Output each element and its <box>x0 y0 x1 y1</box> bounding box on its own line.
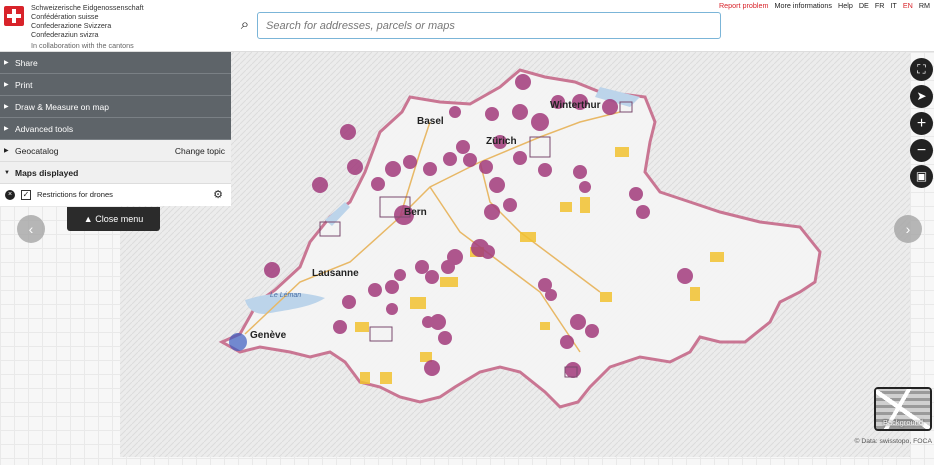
swiss-cross-logo[interactable] <box>4 6 24 26</box>
more-info-link[interactable]: More informations <box>775 1 833 10</box>
background-switcher[interactable]: Background <box>874 387 932 431</box>
zoom-in-icon[interactable]: + <box>910 112 933 135</box>
previous-arrow-icon[interactable]: ‹ <box>17 215 45 243</box>
caret-down-icon: ▼ <box>4 170 10 176</box>
city-label-zurich: Zürich <box>486 136 517 147</box>
menu-advanced-tools[interactable]: Advanced tools <box>0 118 231 140</box>
menu-draw-measure[interactable]: Draw & Measure on map <box>0 96 231 118</box>
search-icon[interactable]: ⌕ <box>234 14 256 36</box>
city-label-geneve: Genève <box>250 330 287 341</box>
city-label-lausanne: Lausanne <box>312 268 359 279</box>
confederation-line-it: Confederazione Svizzera <box>31 21 112 30</box>
layer-name: Restrictions for drones <box>37 190 113 199</box>
locate-icon[interactable]: ➤ <box>910 85 933 108</box>
fullscreen-icon[interactable]: ⛶ <box>910 58 933 81</box>
remove-layer-icon[interactable]: × <box>5 190 15 200</box>
lang-rm[interactable]: RM <box>919 1 930 10</box>
report-problem-link[interactable]: Report problem <box>719 1 769 10</box>
confederation-line-rm: Confederaziun svizra <box>31 30 99 39</box>
city-label-bern: Bern <box>404 207 427 218</box>
background-label: Background <box>882 418 924 427</box>
caret-right-icon: ▶ <box>4 148 9 154</box>
copyright-text: © Data: swisstopo, FOCA <box>854 438 932 445</box>
confederation-text: Schweizerische Eidgenossenschaft Confédé… <box>31 3 144 50</box>
geneva-area <box>229 333 247 351</box>
top-links: Report problem More informations Help DE… <box>719 1 930 10</box>
lang-en[interactable]: EN <box>903 1 913 10</box>
layer-visibility-checkbox[interactable]: ✓ <box>21 190 31 200</box>
3d-icon[interactable]: ▣ <box>910 165 933 188</box>
lang-de[interactable]: DE <box>859 1 869 10</box>
next-arrow-icon[interactable]: › <box>894 215 922 243</box>
close-menu-label: Close menu <box>95 214 144 224</box>
menu-geocatalog[interactable]: ▶ Geocatalog Change topic <box>0 140 231 162</box>
lang-fr[interactable]: FR <box>875 1 885 10</box>
menu-print[interactable]: Print <box>0 74 231 96</box>
collaboration-text: In collaboration with the cantons <box>31 41 134 50</box>
gear-icon[interactable]: ⚙ <box>213 184 223 206</box>
zoom-out-icon[interactable]: − <box>910 139 933 162</box>
lake-label: Le Léman <box>270 292 301 299</box>
caret-up-icon: ▲ <box>83 214 93 224</box>
help-link[interactable]: Help <box>838 1 853 10</box>
maps-displayed-label: Maps displayed <box>15 168 79 178</box>
city-label-basel: Basel <box>417 116 444 127</box>
confederation-line-fr: Confédération suisse <box>31 12 99 21</box>
menu-maps-displayed[interactable]: ▼ Maps displayed <box>0 162 231 184</box>
geocatalog-label: Geocatalog <box>15 146 59 156</box>
confederation-line-de: Schweizerische Eidgenossenschaft <box>31 3 144 12</box>
side-menu: Share Print Draw & Measure on map Advanc… <box>0 52 231 206</box>
layer-row[interactable]: × ✓ Restrictions for drones ⚙ <box>0 184 231 206</box>
header: Schweizerische Eidgenossenschaft Confédé… <box>0 0 934 52</box>
close-menu-button[interactable]: ▲ Close menu <box>67 207 160 231</box>
search-input[interactable] <box>257 12 721 39</box>
city-label-winterthur: Winterthur <box>550 100 601 111</box>
menu-share[interactable]: Share <box>0 52 231 74</box>
change-topic-link[interactable]: Change topic <box>175 140 225 162</box>
lang-it[interactable]: IT <box>890 1 896 10</box>
